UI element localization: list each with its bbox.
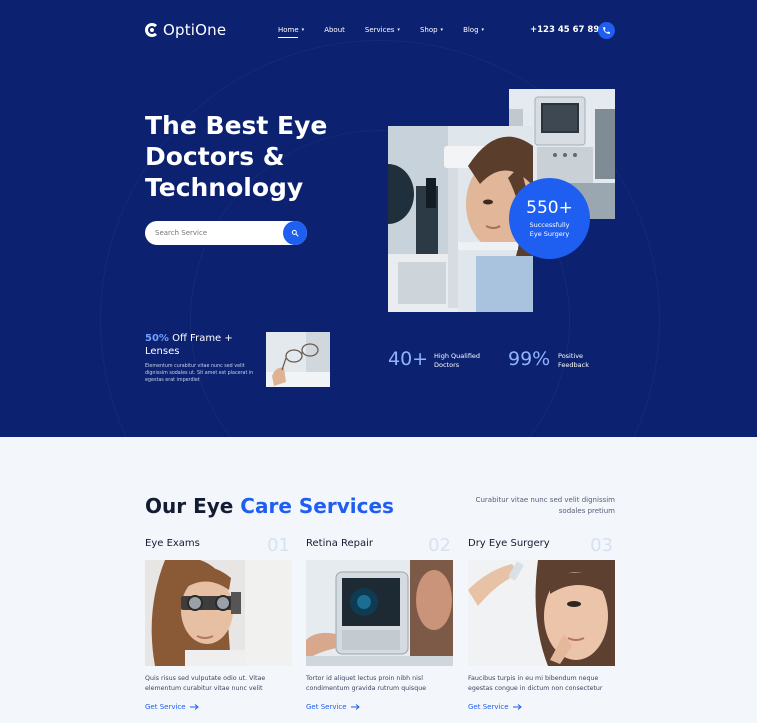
nav-item-home[interactable]: Home ▾ [278, 26, 304, 38]
phone-icon [603, 27, 610, 34]
search-bar [145, 221, 307, 245]
services-title: Our Eye Care Services [145, 494, 394, 518]
eyeglasses-photo[interactable] [266, 332, 330, 387]
main-nav: Home ▾ About Services ▾ Shop ▾ Blog ▾ [278, 26, 504, 38]
card-title: Retina Repair [306, 538, 374, 549]
nav-label: About [324, 26, 345, 34]
promo-description: Elementum curabitur vitae nunc sed velit… [145, 364, 254, 383]
surgery-count: 550+ [526, 198, 573, 218]
surgery-stat-badge: 550+ Successfully Eye Surgery [509, 178, 590, 259]
card-number: 03 [590, 535, 613, 556]
call-button[interactable] [598, 22, 615, 39]
retina-machine-photo [306, 560, 453, 666]
card-description: Quis risus sed vulputate odio ut. Vitae … [145, 675, 266, 692]
logo-icon [145, 23, 159, 37]
surgery-label: Successfully Eye Surgery [529, 221, 570, 238]
promo-highlight: 50% [145, 333, 169, 344]
services-subtitle: Curabitur vitae nunc sed velit dignissim… [475, 496, 615, 515]
hero-section: OptiOne Home ▾ About Services ▾ Shop ▾ B… [0, 0, 757, 437]
brand-name: OptiOne [163, 21, 227, 39]
card-description: Faucibus turpis in eu mi bibendum neque … [468, 675, 603, 692]
arrow-right-icon [189, 704, 199, 710]
nav-item-services[interactable]: Services ▾ [365, 26, 400, 38]
nav-item-shop[interactable]: Shop ▾ [420, 26, 443, 38]
eye-exam-photo [145, 560, 292, 666]
card-number: 01 [267, 535, 290, 556]
arrow-right-icon [350, 704, 360, 710]
get-service-link[interactable]: Get Service [468, 703, 522, 711]
services-title-highlight: Care Services [240, 494, 394, 518]
nav-label: Home [278, 26, 299, 34]
search-button[interactable] [283, 221, 307, 245]
card-title: Eye Exams [145, 538, 200, 549]
chevron-down-icon: ▾ [481, 27, 485, 33]
nav-item-blog[interactable]: Blog ▾ [463, 26, 484, 38]
link-label: Get Service [468, 703, 509, 711]
nav-label: Shop [419, 26, 438, 34]
card-description: Tortor id aliquet lectus proin nibh nisl… [306, 675, 427, 692]
promo-title[interactable]: 50% Off Frame + Lenses [145, 332, 255, 358]
nav-item-about[interactable]: About [324, 26, 345, 38]
card-title: Dry Eye Surgery [468, 538, 550, 549]
search-input[interactable] [155, 225, 275, 241]
link-label: Get Service [145, 703, 186, 711]
search-icon [291, 229, 299, 237]
brand-logo[interactable]: OptiOne [145, 21, 226, 39]
arrow-right-icon [512, 704, 522, 710]
nav-label: Services [364, 26, 395, 34]
feedback-label: Positive Feedback [558, 352, 589, 369]
get-service-link[interactable]: Get Service [145, 703, 199, 711]
link-label: Get Service [306, 703, 347, 711]
chevron-down-icon: ▾ [440, 27, 444, 33]
chevron-down-icon: ▾ [301, 27, 305, 33]
card-number: 02 [428, 535, 451, 556]
nav-label: Blog [463, 26, 479, 34]
feedback-percent: 99% [508, 348, 551, 370]
eye-drops-photo [468, 560, 615, 666]
chevron-down-icon: ▾ [397, 27, 400, 33]
services-title-plain: Our Eye [145, 494, 241, 518]
hero-title: The Best Eye Doctors & Technology [145, 111, 328, 202]
get-service-link[interactable]: Get Service [306, 703, 360, 711]
phone-number[interactable]: +123 45 67 890 [530, 25, 605, 35]
doctors-count: 40+ [388, 348, 429, 370]
doctors-label: High Qualified Doctors [434, 352, 481, 369]
